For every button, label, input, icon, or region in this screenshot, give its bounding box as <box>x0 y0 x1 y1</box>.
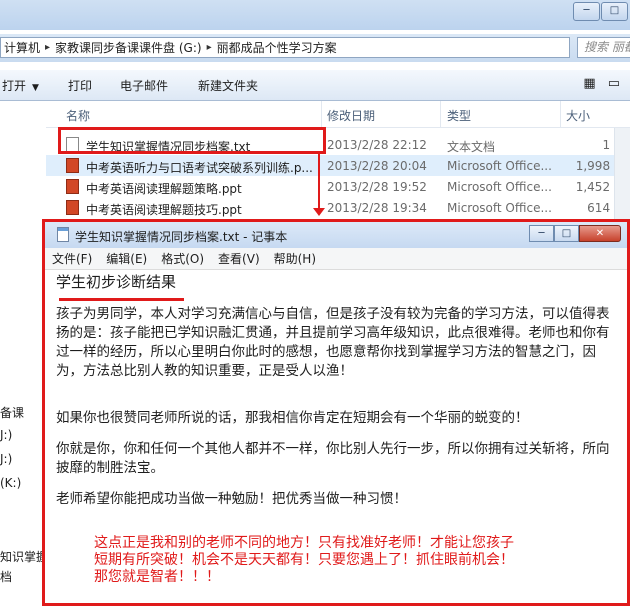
open-button-label: 打开 <box>2 79 27 93</box>
file-name: 中考英语阅读理解题技巧.ppt <box>86 203 242 217</box>
file-list-scrollbar[interactable] <box>614 128 630 222</box>
menu-view[interactable]: 查看(V) <box>211 250 267 267</box>
file-type: Microsoft Office... <box>447 159 552 173</box>
explorer-address-row: 计算机 ▸ 家教课同步备课课件盘 (G:) ▸ 丽都成品个性学习方案 搜索 丽都 <box>0 34 630 62</box>
new-folder-button[interactable]: 新建文件夹 <box>198 77 258 94</box>
file-date: 2013/2/28 20:04 <box>327 159 427 173</box>
file-name: 中考英语阅读理解题策略.ppt <box>86 182 242 196</box>
nav-item[interactable]: 知识掌握 <box>0 548 46 565</box>
menu-format[interactable]: 格式(O) <box>154 250 211 267</box>
diagnosis-heading: 学生初步诊断结果 <box>56 273 177 291</box>
file-row[interactable]: 中考英语听力与口语考试突破系列训练.p... 2013/2/28 20:04 M… <box>46 155 630 176</box>
menu-edit[interactable]: 编辑(E) <box>99 250 154 267</box>
file-date: 2013/2/28 22:12 <box>327 138 427 152</box>
file-name: 中考英语听力与口语考试突破系列训练.p... <box>86 161 313 175</box>
address-bar[interactable]: 计算机 ▸ 家教课同步备课课件盘 (G:) ▸ 丽都成品个性学习方案 <box>0 37 570 58</box>
paragraph: 你就是你，你和任何一个其他人都并不一样，你比别人先行一步，所以你拥有过关斩将，所… <box>56 441 610 476</box>
minimize-icon[interactable]: ─ <box>529 225 554 242</box>
explorer-window-controls: ─ □ <box>572 2 628 21</box>
notepad-menu-bar: 文件(F) 编辑(E) 格式(O) 查看(V) 帮助(H) <box>45 248 627 270</box>
notepad-window: 学生知识掌握情况同步档案.txt - 记事本 ─ □ ✕ 文件(F) 编辑(E)… <box>42 219 630 606</box>
nav-item[interactable]: J:) <box>0 452 12 466</box>
menu-help[interactable]: 帮助(H) <box>267 250 323 267</box>
nav-item[interactable]: (K:) <box>0 476 21 490</box>
breadcrumb-drive[interactable]: 家教课同步备课课件盘 (G:) <box>52 39 205 56</box>
nav-item[interactable]: 备课 <box>0 404 24 421</box>
ppt-file-icon <box>66 158 79 173</box>
column-header-size[interactable]: 大小 <box>566 107 590 124</box>
column-divider <box>560 101 561 127</box>
maximize-icon[interactable]: □ <box>601 2 628 21</box>
nav-item: 档 <box>0 570 13 584</box>
file-list-header: 名称 修改日期 类型 大小 <box>46 101 630 128</box>
explorer-title-bar: ─ □ <box>0 0 630 30</box>
menu-file[interactable]: 文件(F) <box>45 250 99 267</box>
view-controls: ▦ ▭ <box>583 76 620 91</box>
preview-pane-icon[interactable]: ▭ <box>608 76 620 91</box>
file-type: Microsoft Office... <box>447 201 552 215</box>
paragraph: 孩子为男同学，本人对学习充满信心与自信，但是孩子没有较为完备的学习方法，可以值得… <box>56 306 610 379</box>
maximize-icon[interactable]: □ <box>554 225 579 242</box>
arrow-down-icon <box>313 208 325 216</box>
chevron-down-icon: ▼ <box>32 83 39 93</box>
notepad-title: 学生知识掌握情况同步档案.txt - 记事本 <box>75 230 288 244</box>
nav-item[interactable]: J:) <box>0 428 12 442</box>
paragraph: 如果你也很赞同老师所说的话，那我相信你肯定在短期会有一个华丽的蜕变的！ <box>56 410 529 426</box>
column-header-type[interactable]: 类型 <box>447 107 471 124</box>
file-type: 文本文档 <box>447 140 496 154</box>
note-line: 那您就是智者！！！ <box>94 569 220 585</box>
breadcrumb-computer[interactable]: 计算机 <box>1 39 43 56</box>
file-date: 2013/2/28 19:52 <box>327 180 427 194</box>
close-icon[interactable]: ✕ <box>579 225 621 242</box>
print-button[interactable]: 打印 <box>68 77 92 94</box>
notepad-icon <box>57 227 69 242</box>
highlight-box <box>58 127 326 154</box>
paragraph: 老师希望你能把成功当做一种勉励！把优秀当做一种习惯！ <box>56 491 407 507</box>
open-button[interactable]: 打开 ▼ <box>2 77 39 94</box>
chevron-right-icon[interactable]: ▸ <box>205 42 214 53</box>
column-header-name[interactable]: 名称 <box>66 107 90 124</box>
file-type: Microsoft Office... <box>447 180 552 194</box>
search-input[interactable]: 搜索 丽都 <box>577 37 630 58</box>
heading-underline <box>59 298 184 301</box>
red-note: 这点正是我和别的老师不同的地方！只有找准好老师！才能让您孩子 短期有所突破！机会… <box>94 535 514 586</box>
column-header-date[interactable]: 修改日期 <box>327 107 375 124</box>
explorer-toolbar: 打开 ▼ 打印 电子邮件 新建文件夹 ▦ ▭ <box>0 70 630 101</box>
chevron-right-icon[interactable]: ▸ <box>43 42 52 53</box>
file-row[interactable]: 中考英语阅读理解题技巧.ppt 2013/2/28 19:34 Microsof… <box>46 197 630 218</box>
navigation-pane: 备课 J:) J:) (K:) 知识掌握 档 <box>0 101 46 606</box>
notepad-text-area[interactable]: 学生初步诊断结果 孩子为男同学，本人对学习充满信心与自信，但是孩子没有较为完备的… <box>45 270 627 603</box>
connector-line <box>318 154 320 210</box>
notepad-window-controls: ─ □ ✕ <box>529 225 621 242</box>
breadcrumb-folder[interactable]: 丽都成品个性学习方案 <box>214 39 340 56</box>
minimize-icon[interactable]: ─ <box>573 2 600 21</box>
note-line: 短期有所突破！机会不是天天都有！只要您遇上了！抓住眼前机会！ <box>94 552 514 568</box>
notepad-title-bar[interactable]: 学生知识掌握情况同步档案.txt - 记事本 ─ □ ✕ <box>45 222 627 248</box>
note-line: 这点正是我和别的老师不同的地方！只有找准好老师！才能让您孩子 <box>94 535 514 551</box>
ppt-file-icon <box>66 200 79 215</box>
ppt-file-icon <box>66 179 79 194</box>
file-row[interactable]: 中考英语阅读理解题策略.ppt 2013/2/28 19:52 Microsof… <box>46 176 630 197</box>
email-button[interactable]: 电子邮件 <box>120 77 168 94</box>
view-options-icon[interactable]: ▦ <box>583 76 595 91</box>
column-divider <box>440 101 441 127</box>
column-divider <box>321 101 322 127</box>
file-date: 2013/2/28 19:34 <box>327 201 427 215</box>
